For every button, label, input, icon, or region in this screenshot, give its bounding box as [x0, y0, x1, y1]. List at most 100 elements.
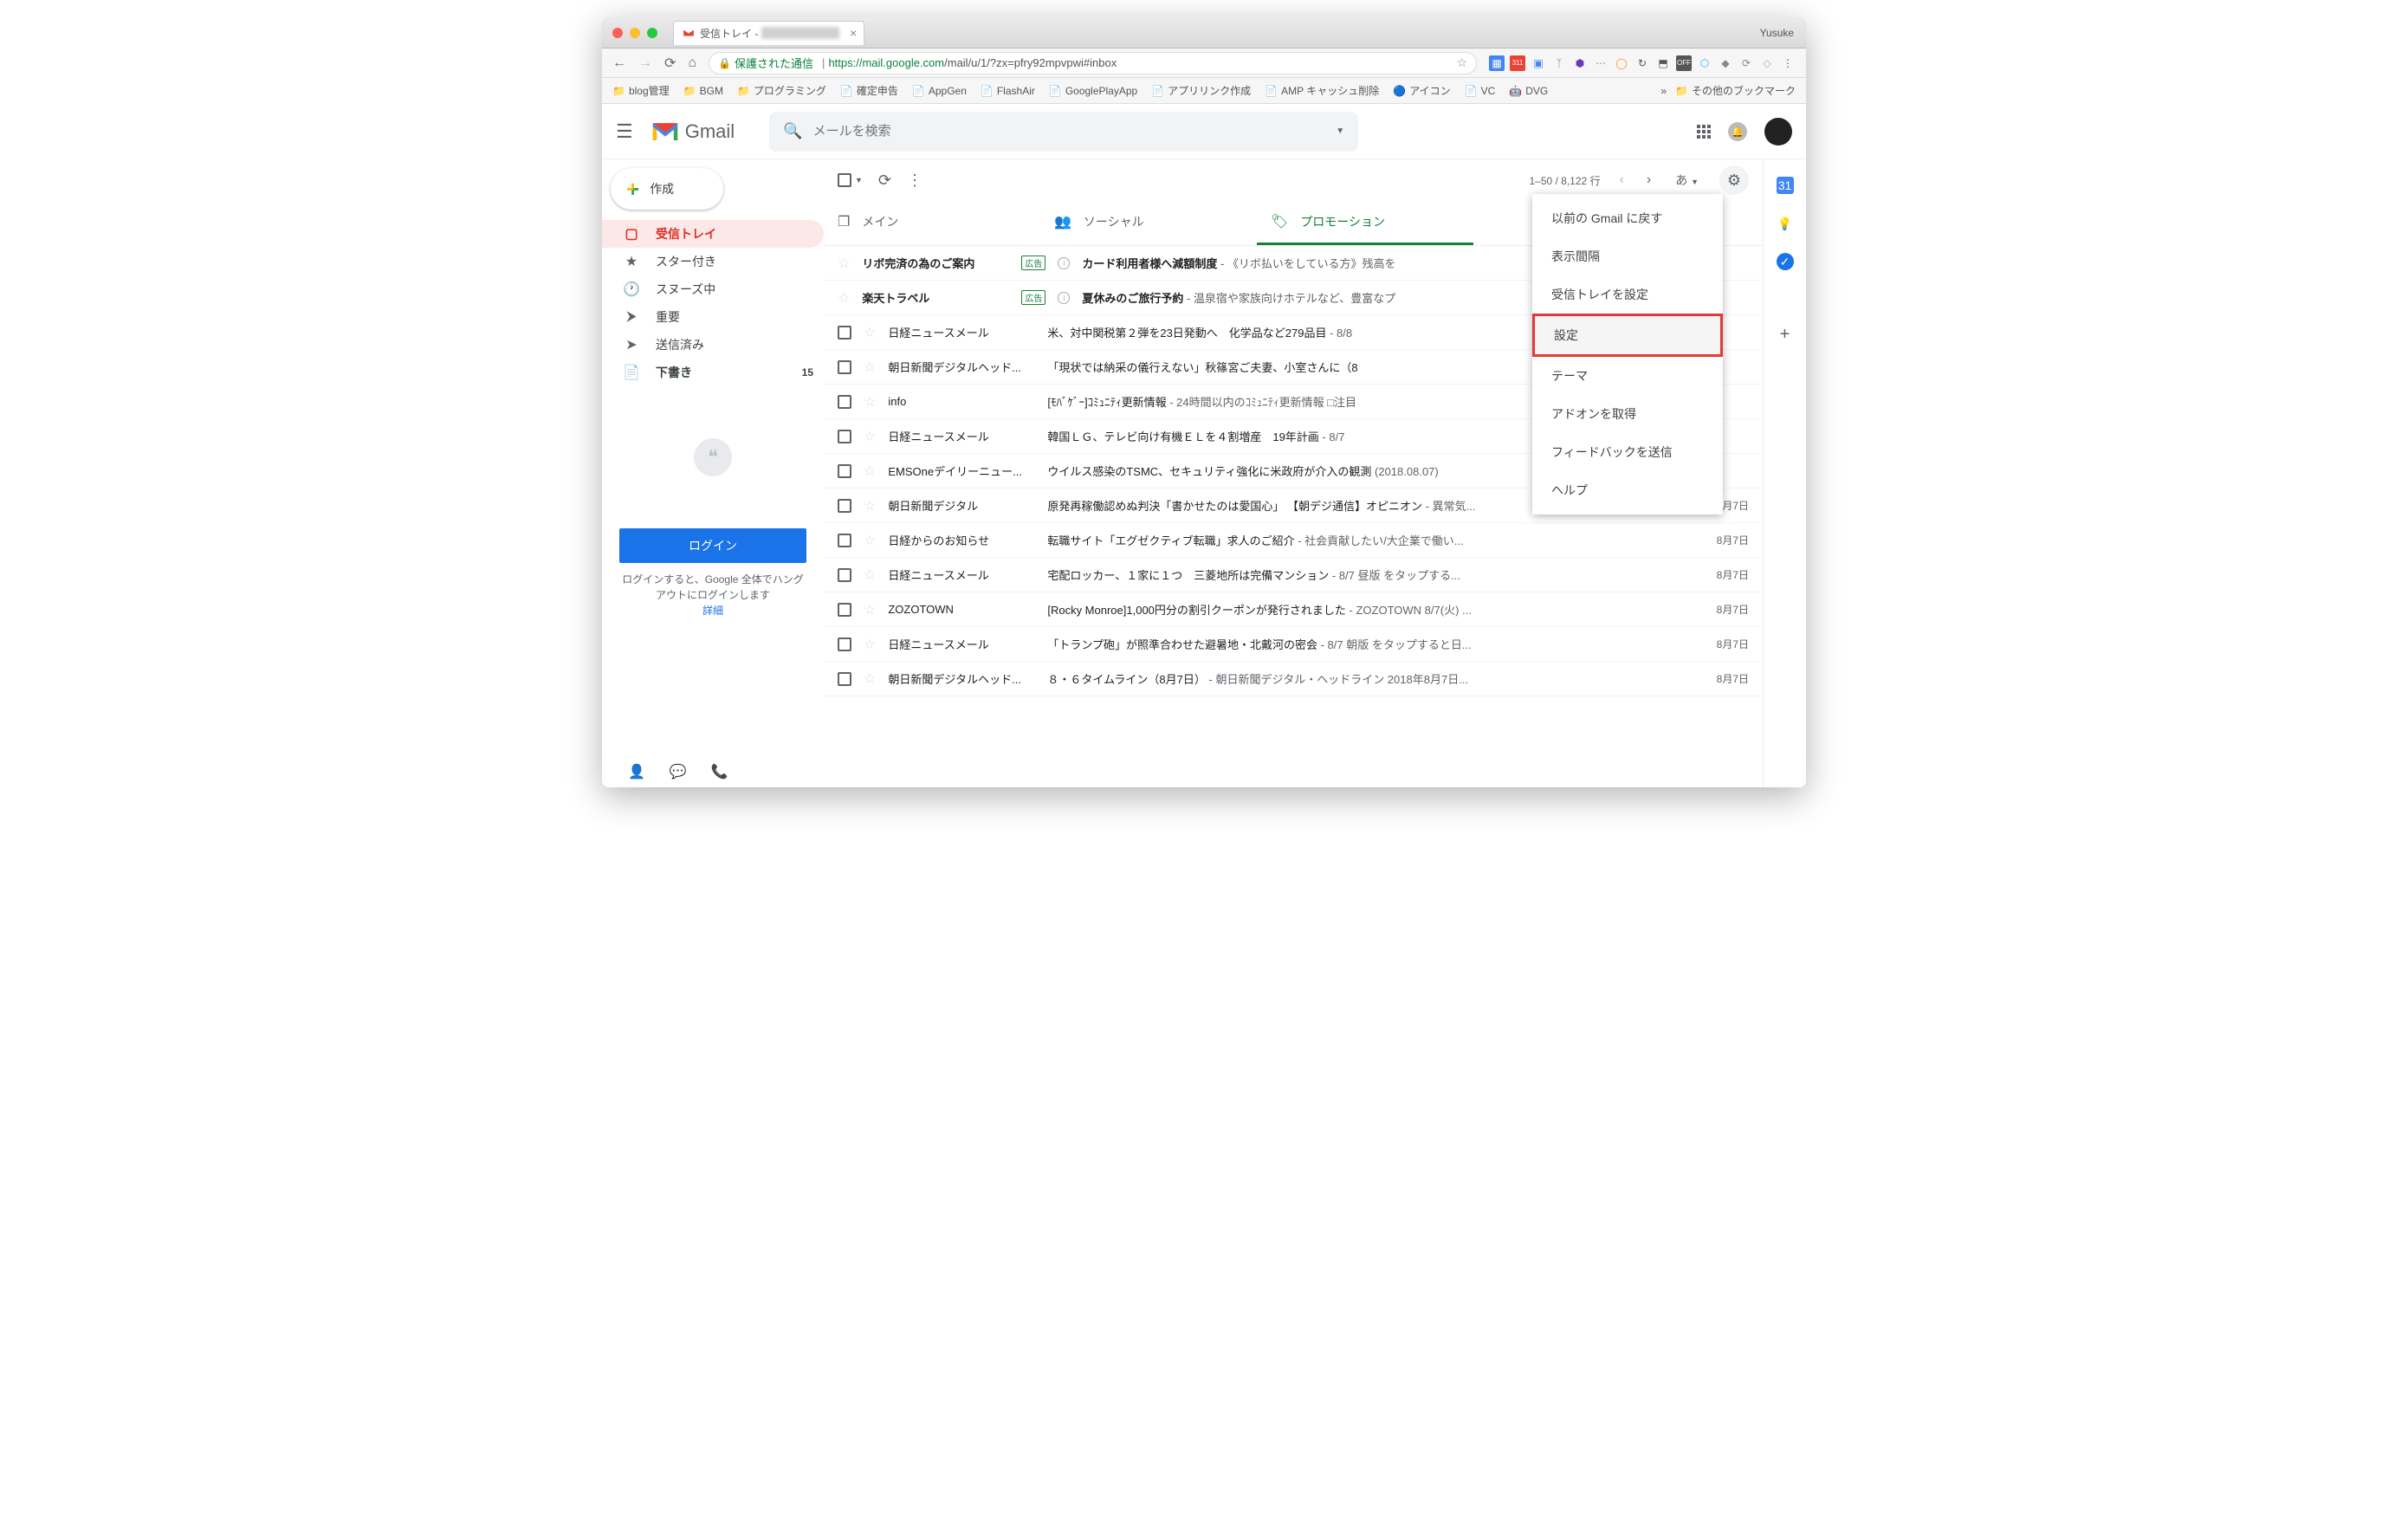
calendar-addon-icon[interactable]: 31 [1777, 177, 1794, 194]
chrome-menu-icon[interactable]: ⋮ [1780, 55, 1796, 71]
bookmark-item[interactable]: 📁BGM [683, 85, 723, 97]
select-all-checkbox[interactable] [838, 173, 851, 187]
bookmark-item[interactable]: 📄AMP キャッシュ削除 [1265, 83, 1379, 98]
star-icon[interactable]: ☆ [864, 497, 876, 514]
bookmark-item[interactable]: 📄FlashAir [981, 85, 1035, 97]
settings-menu-item[interactable]: テーマ [1532, 357, 1723, 395]
ext-icon[interactable]: ⟳ [1738, 55, 1754, 71]
bookmark-star-icon[interactable]: ☆ [1456, 55, 1467, 70]
star-icon[interactable]: ☆ [838, 289, 850, 307]
refresh-icon[interactable]: ⟳ [878, 171, 891, 190]
ext-icon[interactable]: ᛉ [1551, 55, 1567, 71]
back-button[interactable]: ← [612, 55, 626, 71]
mail-row[interactable]: ☆日経からのお知らせ転職サイト「エグゼクティブ転職」求人のご紹介 - 社会貢献し… [824, 523, 1763, 558]
gmail-logo[interactable]: Gmail [651, 120, 735, 143]
mail-checkbox[interactable] [838, 430, 851, 443]
ad-info-icon[interactable]: i [1058, 292, 1070, 304]
tasks-addon-icon[interactable]: ✓ [1777, 253, 1794, 270]
bookmark-item[interactable]: 📁blog管理 [612, 83, 670, 98]
ext-icon[interactable]: ⬒ [1655, 55, 1671, 71]
mail-row[interactable]: ☆日経ニュースメール「トランプ砲」が照準合わせた避暑地・北戴河の密会 - 8/7… [824, 627, 1763, 662]
mail-checkbox[interactable] [838, 534, 851, 547]
bookmark-item[interactable]: 📄確定申告 [840, 83, 898, 98]
other-bookmarks[interactable]: 📁その他のブックマーク [1675, 83, 1796, 98]
star-icon[interactable]: ☆ [864, 532, 876, 549]
sidebar-item-star[interactable]: ★スター付き [602, 248, 824, 275]
settings-menu-item[interactable]: フィードバックを送信 [1532, 433, 1723, 471]
star-icon[interactable]: ☆ [864, 636, 876, 653]
star-icon[interactable]: ☆ [864, 670, 876, 688]
settings-menu-item[interactable]: ヘルプ [1532, 471, 1723, 509]
mail-checkbox[interactable] [838, 464, 851, 478]
mail-checkbox[interactable] [838, 395, 851, 409]
bookmark-item[interactable]: 📄VC [1465, 85, 1496, 97]
mail-checkbox[interactable] [838, 499, 851, 513]
settings-menu-item[interactable]: 設定 [1532, 314, 1723, 357]
keep-addon-icon[interactable]: 💡 [1777, 215, 1794, 232]
ext-icon[interactable]: ▣ [1531, 55, 1546, 71]
ext-icon[interactable]: ◇ [1759, 55, 1775, 71]
mail-checkbox[interactable] [838, 568, 851, 582]
select-dropdown-icon[interactable]: ▼ [855, 176, 863, 184]
sidebar-item-clock[interactable]: 🕐スヌーズ中 [602, 275, 824, 303]
more-icon[interactable]: ⋮ [907, 171, 922, 190]
ext-icon[interactable]: ⬢ [1572, 55, 1588, 71]
bookmark-overflow-icon[interactable]: » [1660, 85, 1667, 97]
sidebar-item-important[interactable]: ⮞重要 [602, 303, 824, 331]
bookmark-item[interactable]: 📄アプリリンク作成 [1151, 83, 1251, 98]
category-tab[interactable]: 👥ソーシャル [1040, 201, 1257, 245]
bookmark-item[interactable]: 🤖DVG [1509, 85, 1548, 97]
add-addon-icon[interactable]: + [1777, 326, 1794, 343]
mail-checkbox[interactable] [838, 672, 851, 686]
star-icon[interactable]: ☆ [864, 566, 876, 584]
search-input[interactable] [813, 124, 1326, 139]
category-tab[interactable]: 🏷プロモーション [1257, 201, 1473, 245]
prev-page-icon[interactable]: ‹ [1616, 172, 1628, 188]
bookmark-item[interactable]: 📄AppGen [912, 85, 967, 97]
ext-icon[interactable]: OFF [1676, 55, 1692, 71]
search-dropdown-icon[interactable]: ▼ [1336, 126, 1344, 136]
mail-checkbox[interactable] [838, 326, 851, 340]
close-window-button[interactable] [612, 28, 623, 38]
star-icon[interactable]: ☆ [864, 601, 876, 618]
hangouts-chat-icon[interactable]: 💬 [670, 763, 687, 780]
notifications-icon[interactable]: 🔔 [1728, 122, 1747, 141]
omnibox[interactable]: 🔒 保護された通信 | https://mail.google.com/mail… [709, 52, 1477, 74]
star-icon[interactable]: ☆ [864, 463, 876, 480]
ext-icon[interactable]: ▦ [1489, 55, 1505, 71]
google-apps-icon[interactable] [1697, 125, 1711, 139]
ext-icon[interactable]: 311 [1510, 55, 1525, 71]
mail-row[interactable]: ☆ZOZOTOWN[Rocky Monroe]1,000円分の割引クーポンが発行… [824, 592, 1763, 627]
ad-info-icon[interactable]: i [1058, 257, 1070, 269]
settings-gear-icon[interactable]: ⚙ [1719, 165, 1749, 195]
sidebar-item-inbox[interactable]: ▢受信トレイ [602, 220, 824, 248]
mail-row[interactable]: ☆日経ニュースメール宅配ロッカー、１家に１つ 三菱地所は完備マンション - 8/… [824, 558, 1763, 592]
category-tab[interactable]: ❐メイン [824, 201, 1040, 245]
chrome-profile-name[interactable]: Yusuke [1760, 27, 1794, 39]
home-button[interactable]: ⌂ [688, 55, 696, 71]
sidebar-item-sent[interactable]: ➤送信済み [602, 331, 824, 359]
maximize-window-button[interactable] [647, 28, 657, 38]
ext-icon[interactable]: ◯ [1614, 55, 1629, 71]
sidebar-item-draft[interactable]: 📄下書き15 [602, 359, 824, 386]
input-tools-button[interactable]: あ ▼ [1670, 171, 1704, 189]
main-menu-icon[interactable]: ☰ [616, 120, 633, 143]
ext-icon[interactable]: ⬡ [1697, 55, 1712, 71]
star-icon[interactable]: ☆ [864, 324, 876, 341]
star-icon[interactable]: ☆ [838, 255, 850, 272]
settings-menu-item[interactable]: 受信トレイを設定 [1532, 275, 1723, 314]
next-page-icon[interactable]: › [1643, 172, 1654, 188]
mail-checkbox[interactable] [838, 360, 851, 374]
compose-button[interactable]: + 作成 [611, 168, 723, 210]
minimize-window-button[interactable] [630, 28, 640, 38]
mail-row[interactable]: ☆朝日新聞デジタルヘッド...８・６タイムライン（8月7日） - 朝日新聞デジタ… [824, 662, 1763, 696]
reload-button[interactable]: ⟳ [664, 55, 676, 72]
tab-close-icon[interactable]: × [850, 26, 857, 40]
mail-checkbox[interactable] [838, 603, 851, 617]
account-avatar[interactable] [1764, 118, 1792, 146]
settings-menu-item[interactable]: 以前の Gmail に戻す [1532, 199, 1723, 237]
bookmark-item[interactable]: 📁プログラミング [737, 83, 826, 98]
browser-tab[interactable]: 受信トレイ - × [673, 21, 864, 45]
bookmark-item[interactable]: 📄GooglePlayApp [1049, 85, 1137, 97]
ext-icon[interactable]: ↻ [1634, 55, 1650, 71]
